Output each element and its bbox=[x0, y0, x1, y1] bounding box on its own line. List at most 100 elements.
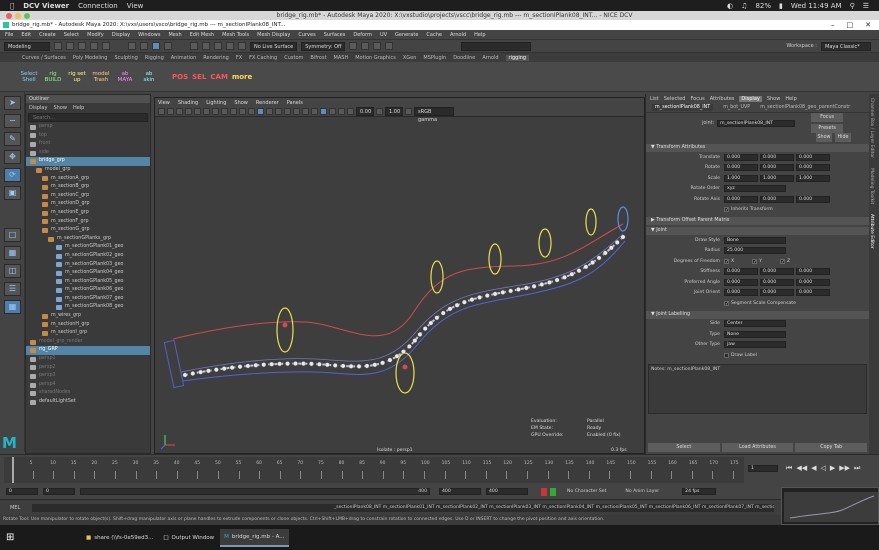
workspace-dropdown[interactable]: Maya Classic* bbox=[821, 41, 871, 51]
go-end-icon[interactable]: ⏭ bbox=[854, 464, 860, 473]
apple-icon[interactable]:  bbox=[10, 2, 14, 10]
dof-checkbox[interactable]: ✓ bbox=[752, 258, 758, 265]
rig-control-c[interactable] bbox=[430, 260, 444, 294]
vp-wireframe-icon[interactable] bbox=[248, 108, 255, 115]
select-component-icon[interactable] bbox=[152, 42, 160, 50]
attr-field[interactable]: 0.000 bbox=[796, 195, 830, 203]
joint[interactable] bbox=[547, 279, 552, 285]
layout-outliner-icon[interactable]: ☰ bbox=[4, 282, 21, 296]
viewport-menu-view[interactable]: View bbox=[158, 100, 170, 106]
volume-icon[interactable]: ♫ bbox=[741, 2, 747, 10]
joint[interactable] bbox=[293, 361, 298, 366]
vp-imageplane-icon[interactable] bbox=[185, 108, 192, 115]
shelf-tab-arnold[interactable]: Arnold bbox=[482, 55, 498, 61]
select-object-icon[interactable] bbox=[140, 42, 148, 50]
shelf-tab-rigging[interactable]: rigging bbox=[505, 54, 530, 61]
joint-chain[interactable] bbox=[184, 236, 624, 376]
outliner-row[interactable]: bridge_grp bbox=[26, 157, 150, 166]
outliner-menu-help[interactable]: Help bbox=[73, 105, 84, 111]
layout-single-icon[interactable]: □ bbox=[4, 228, 21, 242]
select-tool-icon[interactable]: ➤ bbox=[4, 96, 21, 110]
bridge-curve-blue[interactable] bbox=[182, 240, 626, 382]
shelf-tab-sculpting[interactable]: Sculpting bbox=[114, 55, 137, 61]
outliner-row[interactable]: m_sectionD_grp bbox=[26, 200, 150, 209]
joint[interactable] bbox=[492, 291, 498, 297]
attr-field[interactable]: 25.000 bbox=[724, 247, 786, 255]
menu-edit-mesh[interactable]: Edit Mesh bbox=[190, 32, 214, 38]
menu-file[interactable]: File bbox=[5, 32, 13, 38]
fps-dropdown[interactable]: 24 fps bbox=[682, 488, 717, 495]
joint[interactable] bbox=[523, 285, 529, 291]
vp-gatemask-icon[interactable] bbox=[221, 108, 228, 115]
attr-field[interactable]: 0.000 bbox=[796, 164, 830, 172]
search-icon[interactable]: ⚲ bbox=[850, 2, 855, 10]
joint[interactable] bbox=[245, 363, 251, 369]
command-field[interactable] bbox=[461, 41, 532, 51]
joint[interactable] bbox=[461, 299, 467, 305]
outliner-row[interactable]: m_sectionGPlank01_geo bbox=[26, 243, 150, 252]
rig-control-b[interactable] bbox=[395, 352, 415, 394]
joint[interactable] bbox=[206, 368, 211, 374]
minimize-window-icon[interactable] bbox=[15, 12, 21, 19]
redo-icon[interactable] bbox=[102, 42, 110, 50]
vp-resgate-icon[interactable] bbox=[212, 108, 219, 115]
menu-connection[interactable]: Connection bbox=[78, 2, 118, 10]
joint[interactable] bbox=[237, 364, 243, 370]
attr-field[interactable]: 0.000 bbox=[724, 289, 758, 297]
menu-windows[interactable]: Windows bbox=[138, 32, 160, 38]
menu-display[interactable]: Display bbox=[112, 32, 130, 38]
viewport-menu-show[interactable]: Show bbox=[234, 100, 248, 106]
shelf-tab-motion-graphics[interactable]: Motion Graphics bbox=[355, 55, 396, 61]
outliner-row[interactable]: rig_GRP bbox=[26, 346, 150, 356]
joint[interactable] bbox=[614, 240, 620, 245]
shelf-cam[interactable]: CAM bbox=[210, 73, 228, 81]
menu-create[interactable]: Create bbox=[39, 32, 56, 38]
attr-field[interactable]: 1.000 bbox=[724, 174, 758, 182]
menu-surfaces[interactable]: Surfaces bbox=[324, 32, 346, 38]
clock[interactable]: Wed 11:49 AM bbox=[791, 2, 842, 10]
outliner-row[interactable]: m_sectionG_grp bbox=[26, 226, 150, 235]
shelf-rig-setup[interactable]: rig set up bbox=[68, 71, 86, 83]
vp-smooth-shade-icon[interactable] bbox=[257, 108, 264, 115]
joint[interactable] bbox=[356, 363, 362, 369]
outliner-row[interactable]: m_sectionB_grp bbox=[26, 183, 150, 192]
channel-box-tab[interactable]: Channel Box / Layer Editor bbox=[869, 98, 874, 158]
play-back-icon[interactable]: ◁ bbox=[820, 464, 825, 473]
current-frame-field[interactable]: 1 bbox=[748, 465, 778, 472]
layout-four-icon[interactable]: ▦ bbox=[4, 246, 21, 260]
menu-deform[interactable]: Deform bbox=[353, 32, 372, 38]
attr-field[interactable]: 0.000 bbox=[796, 268, 830, 276]
outliner-row[interactable]: m_sectionGPlank08_geo bbox=[26, 303, 150, 312]
shelf-more[interactable]: more bbox=[232, 73, 252, 81]
shelf-select-shell[interactable]: Select Shell bbox=[20, 71, 38, 83]
rotate-tool-icon[interactable]: ⟳ bbox=[4, 168, 21, 182]
menu-view[interactable]: View bbox=[127, 2, 144, 10]
play-icon[interactable]: ▶ bbox=[830, 464, 835, 473]
shelf-tab-fx[interactable]: FX bbox=[236, 55, 242, 61]
viewport-panel[interactable]: View Shading Lighting Show Renderer Panels 0.… bbox=[154, 97, 645, 454]
live-surface-field[interactable]: No Live Surface bbox=[250, 41, 298, 51]
pivot-b[interactable] bbox=[402, 364, 408, 370]
joint[interactable] bbox=[198, 369, 204, 375]
vp-backface-icon[interactable] bbox=[347, 108, 354, 115]
attr-field[interactable]: 0.000 bbox=[724, 268, 758, 276]
attr-menu-selected[interactable]: Selected bbox=[664, 96, 686, 102]
node-tab[interactable]: m_sectionIPlank08_geo_parentConstr bbox=[760, 105, 850, 110]
joint[interactable] bbox=[340, 363, 346, 369]
paint-select-icon[interactable]: ✎ bbox=[4, 132, 21, 146]
shelf-tab-animation[interactable]: Animation bbox=[171, 55, 197, 61]
open-scene-icon[interactable] bbox=[66, 42, 74, 50]
shelf-tab-mash[interactable]: MASH bbox=[334, 55, 349, 61]
mel-label[interactable]: MEL bbox=[0, 505, 28, 511]
wifi-icon[interactable]: ◐ bbox=[727, 2, 733, 10]
attr-field[interactable]: None bbox=[724, 330, 786, 338]
vp-fieldchart-icon[interactable] bbox=[230, 108, 237, 115]
load-attributes-button[interactable]: Load Attributes bbox=[721, 443, 794, 452]
joint[interactable] bbox=[516, 287, 521, 292]
outliner-menu-show[interactable]: Show bbox=[53, 105, 67, 111]
outliner-row[interactable]: persp4 bbox=[26, 381, 150, 390]
viewport-menu-renderer[interactable]: Renderer bbox=[256, 100, 279, 106]
attr-field[interactable]: 0.000 bbox=[760, 289, 794, 297]
outliner-row[interactable]: front bbox=[26, 140, 150, 149]
focus-button[interactable]: Focus bbox=[811, 113, 844, 122]
